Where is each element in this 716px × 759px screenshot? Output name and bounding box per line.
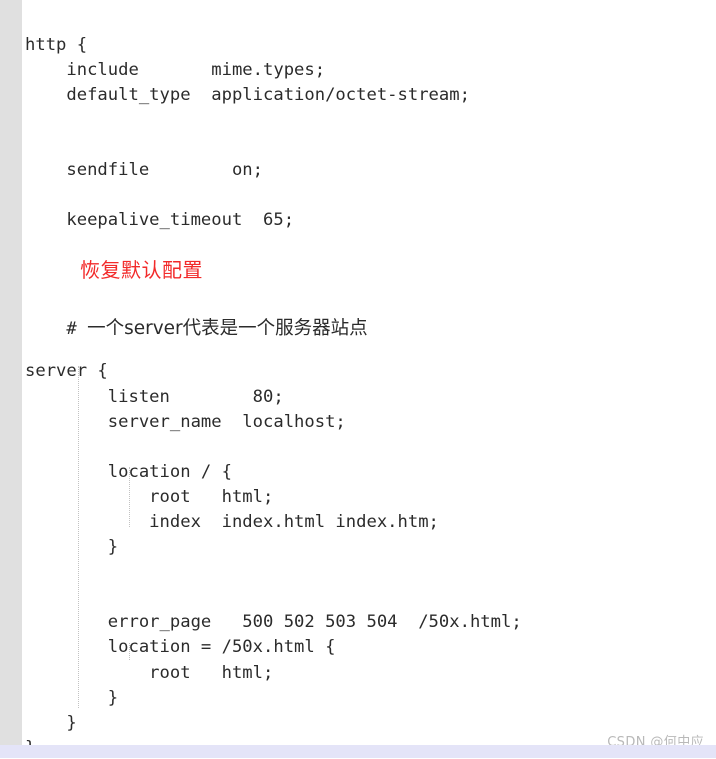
code-block: http { include mime.types; default_type … — [22, 0, 716, 758]
code-line-comment-server: # 一个server代表是一个服务器站点 — [25, 318, 368, 340]
code-line-index: index index.html index.htm; — [25, 512, 439, 533]
code-line-server-close: } — [25, 713, 77, 734]
code-line-sendfile: sendfile on; — [25, 160, 263, 181]
code-line-location-50x-close: } — [25, 688, 119, 709]
code-line-location-50x-open: location = /50x.html { — [25, 637, 336, 658]
code-line-keepalive-timeout: keepalive_timeout 65; — [25, 210, 295, 231]
code-line-location-root-open: location / { — [25, 462, 232, 483]
red-annotation-heading: 恢复默认配置 — [80, 258, 203, 282]
code-line-root-html: root html; — [25, 487, 274, 508]
code-line-default-type: default_type application/octet-stream; — [25, 85, 470, 106]
code-line-http-open: http { — [25, 35, 88, 56]
code-line-server-open: server { — [25, 361, 108, 382]
code-line-error-page: error_page 500 502 503 504 /50x.html; — [25, 612, 522, 633]
code-line-root-html-50x: root html; — [25, 663, 274, 684]
code-line-location-root-close: } — [25, 537, 119, 558]
comment-hash-prefix: # — [25, 319, 88, 339]
code-line-listen: listen 80; — [25, 387, 284, 408]
left-gutter-strip — [0, 0, 22, 745]
code-line-include: include mime.types; — [25, 60, 326, 81]
footer-band — [0, 745, 716, 758]
comment-cjk-text: 一个server代表是一个服务器站点 — [87, 318, 368, 339]
code-line-server-name: server_name localhost; — [25, 412, 346, 433]
